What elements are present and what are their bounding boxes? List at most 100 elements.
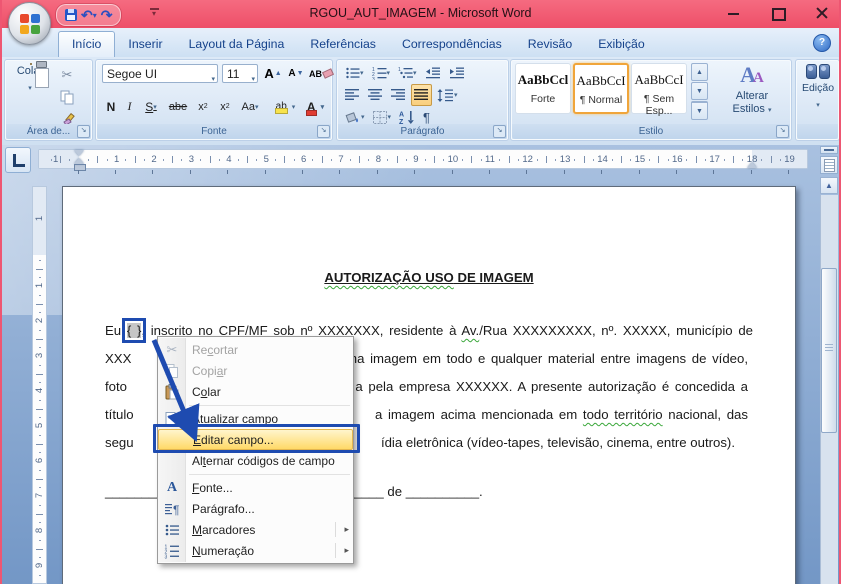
ruler-number: 6 [301, 154, 306, 165]
bullets-button[interactable]: ▾ [342, 62, 367, 84]
style-card-forte[interactable]: AaBbCclForte [515, 63, 571, 114]
help-button[interactable]: ? [813, 34, 831, 52]
grow-font-button[interactable]: A▲ [262, 63, 284, 84]
superscript-button[interactable]: x2 [214, 96, 236, 118]
ruler-number: 8 [34, 524, 45, 537]
ruler-tick [742, 159, 743, 161]
line-spacing-button[interactable]: ▾ [434, 84, 461, 106]
strikethrough-button[interactable]: abe [164, 96, 192, 118]
styles-scroll-up-button[interactable]: ▲ [691, 63, 708, 81]
tab-inserir[interactable]: Inserir [115, 31, 175, 57]
style-card-normal[interactable]: AaBbCcI¶ Normal [573, 63, 629, 114]
change-styles-button[interactable]: AA AlterarEstilos ▾ [715, 63, 789, 125]
ruler-tick [39, 382, 41, 383]
ruler-number: 12 [522, 154, 533, 165]
ruler-number: 9 [413, 154, 418, 165]
italic-button[interactable]: I [121, 96, 138, 118]
multilevel-list-button[interactable]: 1▾ [395, 62, 420, 84]
menu-item-alternar-codigos-de-campo[interactable]: Alternar códigos de campo [158, 450, 353, 471]
ruler-tick [190, 170, 191, 174]
ruler-tick [668, 159, 669, 161]
redo-button[interactable]: ↷ [101, 6, 113, 24]
menu-item-fonte[interactable]: AFonte... [158, 477, 353, 498]
decrease-indent-icon [425, 67, 441, 80]
tab-stop-selector[interactable] [5, 147, 31, 173]
font-color-button[interactable]: A▾ [300, 96, 330, 118]
maximize-button[interactable] [771, 6, 785, 20]
font-family-combo[interactable]: Segoe UI ▾ [102, 64, 218, 83]
editing-button[interactable]: Edição ▾ [800, 64, 836, 112]
grow-font-icon: A [264, 66, 273, 81]
horizontal-ruler[interactable]: 112345678910111213141516171819 [38, 149, 808, 169]
right-indent-marker[interactable] [747, 162, 757, 168]
undo-button[interactable]: ↶▾ [81, 6, 97, 24]
paste-button[interactable]: Colar ▾ [11, 63, 49, 125]
ruler-tick [284, 156, 285, 163]
menu-item-paragrafo[interactable]: ¶Parágrafo... [158, 498, 353, 519]
tab-layout-da-pagina[interactable]: Layout da Página [176, 31, 298, 57]
ruler-number: 2 [34, 314, 45, 327]
ruler-tick [39, 277, 41, 278]
tab-referencias[interactable]: Referências [297, 31, 389, 57]
document-line-5-left: segu [105, 435, 134, 450]
scrollbar-thumb[interactable] [821, 268, 837, 433]
numbering-button[interactable]: 123▾ [369, 62, 394, 84]
ruler-number: 6 [34, 454, 45, 467]
style-card-sem-esp[interactable]: AaBbCcI¶ Sem Esp... [631, 63, 687, 114]
minimize-button[interactable] [727, 6, 741, 20]
customize-qat-button[interactable]: ▾ [148, 7, 160, 21]
subscript-button[interactable]: x2 [192, 96, 214, 118]
ruler-tick [639, 170, 640, 174]
first-line-indent-marker[interactable] [74, 150, 84, 156]
align-right-button[interactable] [388, 84, 409, 106]
bold-button[interactable]: N [101, 96, 121, 118]
shrink-font-button[interactable]: A▼ [285, 63, 307, 84]
svg-text:A: A [399, 112, 404, 119]
clipboard-dialog-launcher[interactable]: ↘ [77, 125, 90, 138]
vertical-ruler[interactable]: 1123456789 [32, 186, 47, 584]
merge-field[interactable]: { } [127, 323, 142, 338]
tab-exibicao[interactable]: Exibição [585, 31, 657, 57]
menu-item-numeracao[interactable]: 123Numeração▸ [158, 540, 353, 561]
styles-dialog-launcher[interactable]: ↘ [776, 125, 789, 138]
ruler-number: 1 [114, 154, 119, 165]
ruler-tick [107, 159, 108, 161]
increase-indent-button[interactable] [446, 62, 468, 84]
tab-revisao[interactable]: Revisão [515, 31, 585, 57]
copy-button[interactable] [52, 86, 82, 108]
style-name-label: ¶ Sem Esp... [632, 93, 686, 117]
clear-formatting-button[interactable]: AB [308, 63, 334, 84]
font-dialog-launcher[interactable]: ↘ [317, 125, 330, 138]
font-size-combo[interactable]: 11 ▾ [222, 64, 258, 83]
ruler-tick [36, 409, 43, 410]
paragraph-dialog-launcher[interactable]: ↘ [493, 125, 506, 138]
tab-correspondencias[interactable]: Correspondências [389, 31, 515, 57]
highlight-color-button[interactable]: ab▾ [270, 96, 300, 118]
split-pane-handle[interactable] [820, 146, 838, 154]
ruler-bottom-ticks [38, 170, 808, 175]
document-line-3-right: a pela empresa XXXXXX. A presente autori… [355, 379, 748, 394]
ruler-tick [36, 514, 43, 515]
styles-scroll-down-button[interactable]: ▼ [691, 82, 708, 100]
save-button[interactable] [65, 6, 77, 24]
menu-item-marcadores[interactable]: Marcadores▸ [158, 519, 353, 540]
ruler-tick [39, 557, 41, 558]
close-button[interactable] [815, 6, 829, 20]
justify-button[interactable] [411, 84, 432, 106]
decrease-indent-button[interactable] [422, 62, 444, 84]
office-button[interactable] [8, 2, 51, 45]
styles-more-button[interactable]: ▼ [691, 101, 708, 120]
scrollbar-up-button[interactable]: ▲ [820, 177, 838, 194]
align-center-button[interactable] [365, 84, 386, 106]
ruler-tick [331, 159, 332, 161]
change-case-button[interactable]: Aa▾ [236, 96, 264, 118]
cut-button[interactable]: ✂ [52, 63, 82, 85]
align-left-button[interactable] [342, 84, 363, 106]
ruler-number: 1 [34, 279, 45, 292]
underline-button[interactable]: S▾ [138, 96, 164, 118]
ruler-tick [39, 312, 41, 313]
ruler-number: 14 [597, 154, 608, 165]
ruler-toggle-button[interactable] [820, 156, 838, 174]
tab-inicio[interactable]: Início [58, 31, 115, 57]
numbering-icon: 123 [163, 542, 181, 559]
